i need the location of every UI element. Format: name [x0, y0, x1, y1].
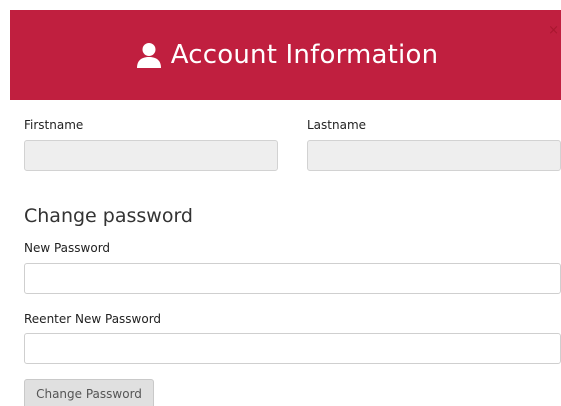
lastname-label: Lastname	[307, 118, 367, 132]
account-information-modal: Account Information × Firstname Lastname…	[0, 0, 561, 406]
modal-title: Account Information	[170, 40, 439, 70]
reenter-password-label: Reenter New Password	[24, 312, 162, 326]
change-password-heading: Change password	[24, 205, 193, 227]
new-password-label: New Password	[24, 241, 111, 255]
lastname-field[interactable]	[307, 140, 561, 171]
firstname-field[interactable]	[24, 140, 278, 171]
user-icon	[136, 43, 161, 68]
modal-header: Account Information ×	[10, 10, 561, 100]
new-password-field[interactable]	[24, 263, 561, 294]
header-title-group: Account Information	[136, 40, 439, 70]
reenter-password-field[interactable]	[24, 333, 561, 364]
firstname-label: Firstname	[24, 118, 84, 132]
close-icon[interactable]: ×	[548, 24, 559, 37]
change-password-button[interactable]: Change Password	[24, 379, 154, 406]
